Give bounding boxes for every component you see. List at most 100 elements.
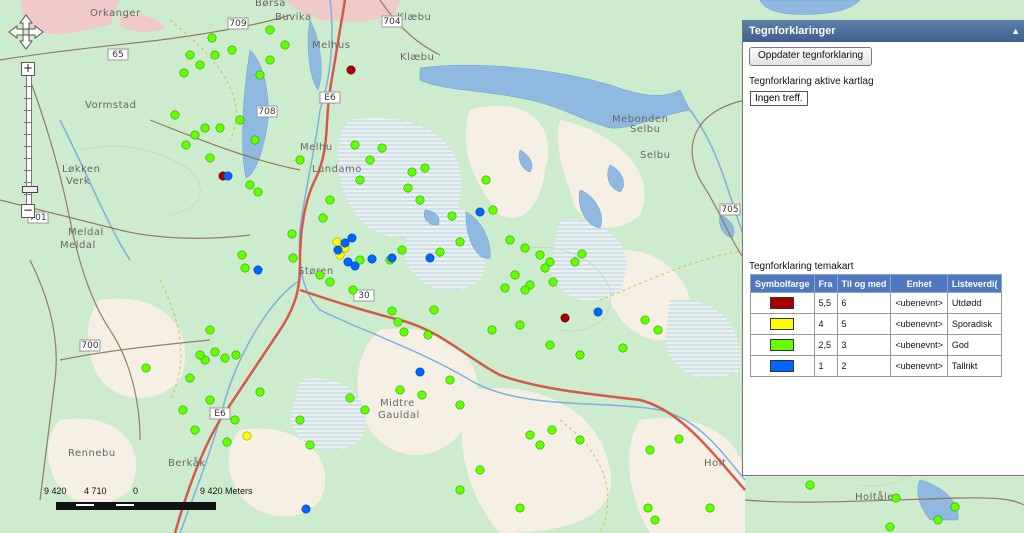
observation-point[interactable]	[195, 60, 205, 70]
observation-point[interactable]	[365, 155, 375, 165]
observation-point[interactable]	[429, 305, 439, 315]
observation-point[interactable]	[325, 195, 335, 205]
zoom-slider-handle[interactable]	[22, 186, 38, 193]
observation-point[interactable]	[455, 485, 465, 495]
observation-point[interactable]	[640, 315, 650, 325]
observation-point[interactable]	[933, 515, 943, 525]
observation-point[interactable]	[195, 350, 205, 360]
observation-point[interactable]	[488, 205, 498, 215]
observation-point[interactable]	[417, 390, 427, 400]
observation-point[interactable]	[387, 253, 397, 263]
observation-point[interactable]	[210, 50, 220, 60]
observation-point[interactable]	[345, 393, 355, 403]
observation-point[interactable]	[190, 425, 200, 435]
observation-point[interactable]	[178, 405, 188, 415]
observation-point[interactable]	[407, 167, 417, 177]
observation-point[interactable]	[253, 265, 263, 275]
observation-point[interactable]	[250, 135, 260, 145]
observation-point[interactable]	[618, 343, 628, 353]
observation-point[interactable]	[200, 123, 210, 133]
zoom-out-button[interactable]: −	[21, 204, 35, 218]
observation-point[interactable]	[350, 140, 360, 150]
observation-point[interactable]	[207, 33, 217, 43]
update-legend-button[interactable]: Oppdater tegnforklaring	[749, 47, 873, 66]
observation-point[interactable]	[805, 480, 815, 490]
observation-point[interactable]	[301, 504, 311, 514]
observation-point[interactable]	[575, 350, 585, 360]
observation-point[interactable]	[305, 440, 315, 450]
observation-point[interactable]	[265, 55, 275, 65]
col-from[interactable]: Fra	[813, 274, 838, 293]
observation-point[interactable]	[245, 180, 255, 190]
observation-point[interactable]	[540, 263, 550, 273]
col-symbol-color[interactable]: Symbolfarge	[750, 274, 815, 293]
observation-point[interactable]	[318, 213, 328, 223]
observation-point[interactable]	[548, 277, 558, 287]
observation-point[interactable]	[347, 233, 357, 243]
observation-point[interactable]	[288, 253, 298, 263]
observation-point[interactable]	[367, 254, 377, 264]
observation-point[interactable]	[170, 110, 180, 120]
col-list-value[interactable]: Listeverdi(	[946, 274, 1003, 293]
observation-point[interactable]	[227, 45, 237, 55]
observation-point[interactable]	[520, 243, 530, 253]
observation-point[interactable]	[425, 253, 435, 263]
observation-point[interactable]	[481, 175, 491, 185]
observation-point[interactable]	[525, 430, 535, 440]
observation-point[interactable]	[240, 263, 250, 273]
observation-point[interactable]	[377, 143, 387, 153]
observation-point[interactable]	[141, 363, 151, 373]
zoom-track[interactable]	[22, 76, 38, 204]
observation-point[interactable]	[237, 250, 247, 260]
observation-point[interactable]	[645, 445, 655, 455]
observation-point[interactable]	[205, 153, 215, 163]
observation-point[interactable]	[333, 245, 343, 255]
observation-point[interactable]	[315, 270, 325, 280]
observation-point[interactable]	[520, 285, 530, 295]
observation-point[interactable]	[475, 465, 485, 475]
observation-point[interactable]	[295, 415, 305, 425]
observation-point[interactable]	[570, 257, 580, 267]
observation-point[interactable]	[340, 238, 350, 248]
pan-control[interactable]	[8, 14, 44, 50]
observation-point[interactable]	[560, 313, 570, 323]
observation-point[interactable]	[265, 25, 275, 35]
observation-point[interactable]	[253, 187, 263, 197]
observation-point[interactable]	[653, 325, 663, 335]
collapse-icon[interactable]: ▲	[1011, 20, 1020, 42]
observation-point[interactable]	[505, 235, 515, 245]
observation-point[interactable]	[515, 503, 525, 513]
observation-point[interactable]	[575, 435, 585, 445]
observation-point[interactable]	[181, 140, 191, 150]
observation-point[interactable]	[393, 317, 403, 327]
pan-left-icon[interactable]	[8, 25, 24, 39]
observation-point[interactable]	[387, 306, 397, 316]
observation-point[interactable]	[210, 347, 220, 357]
observation-point[interactable]	[423, 330, 433, 340]
pan-right-icon[interactable]	[28, 25, 44, 39]
observation-point[interactable]	[674, 434, 684, 444]
pan-down-icon[interactable]	[19, 34, 33, 50]
observation-point[interactable]	[891, 493, 901, 503]
observation-point[interactable]	[179, 68, 189, 78]
observation-point[interactable]	[395, 385, 405, 395]
observation-point[interactable]	[535, 440, 545, 450]
observation-point[interactable]	[650, 515, 660, 525]
observation-point[interactable]	[950, 502, 960, 512]
observation-point[interactable]	[515, 320, 525, 330]
observation-point[interactable]	[255, 387, 265, 397]
observation-point[interactable]	[705, 503, 715, 513]
observation-point[interactable]	[547, 425, 557, 435]
observation-point[interactable]	[295, 155, 305, 165]
observation-point[interactable]	[242, 431, 252, 441]
observation-point[interactable]	[332, 237, 342, 247]
observation-point[interactable]	[205, 395, 215, 405]
observation-point[interactable]	[415, 367, 425, 377]
observation-point[interactable]	[399, 327, 409, 337]
observation-point[interactable]	[447, 211, 457, 221]
observation-point[interactable]	[287, 229, 297, 239]
observation-point[interactable]	[487, 325, 497, 335]
zoom-in-button[interactable]: +	[21, 62, 35, 76]
observation-point[interactable]	[435, 247, 445, 257]
observation-point[interactable]	[510, 270, 520, 280]
